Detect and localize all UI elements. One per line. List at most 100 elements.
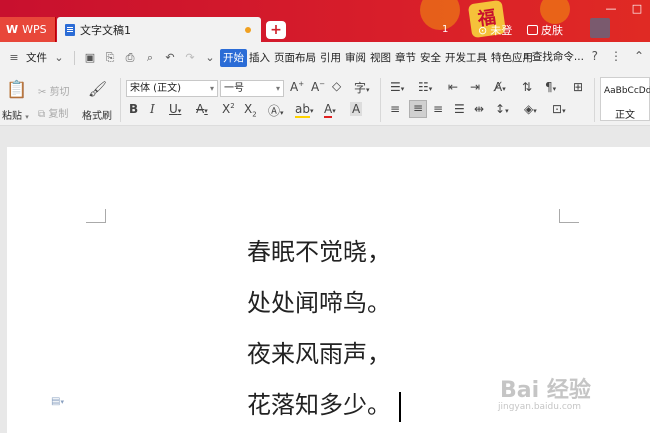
window-controls: — □: [598, 0, 650, 18]
text-direction-icon[interactable]: A̸▾: [494, 80, 506, 94]
character-shading-icon[interactable]: A: [350, 102, 363, 116]
print-icon[interactable]: ⎙: [123, 51, 137, 65]
file-menu[interactable]: 文件: [24, 49, 49, 67]
undo-icon[interactable]: ↶: [163, 51, 177, 65]
superscript-icon[interactable]: X2: [222, 102, 235, 116]
hamburger-menu-icon[interactable]: ≡: [7, 51, 21, 65]
wps-home-label: WPS: [22, 23, 47, 36]
cut-button[interactable]: ✂ 剪切: [38, 83, 70, 98]
wps-home-tab[interactable]: W WPS: [0, 17, 56, 42]
margin-marker: [86, 209, 106, 223]
shading-icon[interactable]: ◈▾: [524, 102, 537, 116]
collapse-ribbon-icon[interactable]: ⌃: [634, 49, 644, 63]
format-painter-button[interactable]: 格式刷: [82, 107, 112, 122]
tab-security[interactable]: 安全: [418, 49, 443, 67]
bullet-list-icon[interactable]: ☰▾: [390, 80, 404, 94]
tab-insert[interactable]: 插入: [247, 49, 272, 67]
style-preview: AaBbCcDd: [604, 86, 650, 96]
show-marks-icon[interactable]: ¶▾: [545, 80, 556, 94]
text-line-content: 花落知多少。: [247, 391, 391, 419]
copy-label: 复制: [48, 109, 69, 120]
increase-indent-icon[interactable]: ⇥: [470, 80, 480, 94]
text-cursor: [399, 391, 401, 422]
align-center-icon[interactable]: ≡: [409, 100, 427, 118]
font-color-icon[interactable]: A▾: [324, 102, 336, 118]
notification-count: 1: [442, 24, 449, 35]
italic-icon[interactable]: I: [150, 102, 155, 116]
style-gallery-normal[interactable]: AaBbCcDd 正文: [600, 77, 650, 121]
align-left-icon[interactable]: ≡: [390, 102, 400, 116]
copy-button[interactable]: ⧉ 复制: [38, 105, 68, 120]
paste-button[interactable]: 粘贴 ▾: [2, 107, 29, 122]
paste-icon[interactable]: 📋: [6, 80, 27, 100]
justify-icon[interactable]: ☰: [454, 102, 465, 116]
style-name: 正文: [615, 110, 635, 121]
title-bar: W WPS 文字文稿1 + 福 1 ⊙ 未登 皮肤 — □: [0, 0, 650, 42]
underline-icon[interactable]: U▾: [169, 102, 181, 116]
avatar[interactable]: [590, 18, 610, 38]
wps-logo-icon: W: [6, 23, 19, 36]
text-line[interactable]: 夜来风雨声，: [247, 329, 401, 380]
margin-marker: [559, 209, 579, 223]
text-line[interactable]: 花落知多少。: [247, 380, 401, 431]
cut-label: 剪切: [49, 87, 70, 98]
font-name-value: 宋体 (正文): [130, 83, 181, 94]
export-pdf-icon[interactable]: ⎘: [103, 51, 117, 65]
save-icon[interactable]: ▣: [83, 51, 97, 65]
unsaved-indicator-icon: [245, 27, 251, 33]
tab-references[interactable]: 引用: [318, 49, 343, 67]
paste-label: 粘贴: [2, 111, 22, 122]
grow-font-icon[interactable]: A+: [290, 80, 304, 94]
align-right-icon[interactable]: ≡: [433, 102, 443, 116]
command-search[interactable]: ⌕ 查找命令...: [523, 49, 584, 64]
line-spacing-icon[interactable]: ↕▾: [495, 102, 509, 116]
search-icon: ⌕: [523, 50, 529, 62]
numbered-list-icon[interactable]: ☷▾: [418, 80, 432, 94]
distributed-icon[interactable]: ⇹: [474, 102, 484, 116]
text-effect-icon[interactable]: Ⓐ▾: [268, 102, 284, 119]
decrease-indent-icon[interactable]: ⇤: [448, 80, 458, 94]
document-tab[interactable]: 文字文稿1: [57, 17, 261, 42]
subscript-icon[interactable]: X2: [244, 102, 257, 118]
festive-decoration: [540, 0, 570, 24]
skin-label: 皮肤: [541, 24, 563, 37]
shrink-font-icon[interactable]: A−: [311, 80, 325, 94]
document-body[interactable]: 春眠不觉晓， 处处闻啼鸟。 夜来风雨声， 花落知多少。: [247, 227, 401, 431]
minimize-button[interactable]: —: [598, 0, 624, 18]
paragraph-options-icon[interactable]: ▤▾: [51, 396, 64, 407]
tab-home[interactable]: 开始: [220, 49, 247, 67]
divider: [74, 51, 75, 65]
login-button[interactable]: ⊙ 未登: [478, 22, 512, 38]
highlight-icon[interactable]: ab▾: [295, 102, 314, 118]
table-grid-icon[interactable]: ⊞: [573, 80, 583, 94]
phonetic-guide-icon[interactable]: 字▾: [354, 79, 370, 96]
font-size-select[interactable]: 一号 ▾: [220, 80, 284, 97]
bold-icon[interactable]: B: [129, 102, 138, 116]
tab-review[interactable]: 审阅: [343, 49, 368, 67]
font-name-select[interactable]: 宋体 (正文) ▾: [126, 80, 218, 97]
command-search-label: 查找命令...: [531, 51, 584, 63]
text-line[interactable]: 处处闻啼鸟。: [247, 278, 401, 329]
tab-view[interactable]: 视图: [368, 49, 393, 67]
redo-icon[interactable]: ↷: [183, 51, 197, 65]
borders-icon[interactable]: ⊡▾: [552, 102, 566, 116]
tab-developer[interactable]: 开发工具: [443, 49, 489, 67]
tab-page-layout[interactable]: 页面布局: [272, 49, 318, 67]
shirt-icon: [527, 25, 538, 35]
more-options-icon[interactable]: ⋮: [610, 49, 622, 63]
new-tab-button[interactable]: +: [266, 21, 286, 39]
sort-icon[interactable]: ⇅: [522, 80, 532, 94]
print-preview-icon[interactable]: ⌕: [143, 51, 157, 65]
tab-chapter[interactable]: 章节: [393, 49, 418, 67]
strikethrough-icon[interactable]: A▾: [196, 102, 208, 116]
skin-button[interactable]: 皮肤: [527, 22, 563, 38]
text-line[interactable]: 春眠不觉晓，: [247, 227, 401, 278]
help-icon[interactable]: ?: [592, 49, 598, 63]
document-tab-title: 文字文稿1: [80, 23, 131, 37]
clear-format-icon[interactable]: ◇: [332, 79, 341, 93]
maximize-button[interactable]: □: [624, 0, 650, 18]
watermark-brand: Bai 经验: [500, 378, 591, 403]
customize-toolbar-icon[interactable]: ⌄: [203, 51, 217, 65]
chevron-down-icon[interactable]: ⌄: [52, 51, 66, 65]
format-painter-icon[interactable]: 🖌: [88, 80, 107, 98]
